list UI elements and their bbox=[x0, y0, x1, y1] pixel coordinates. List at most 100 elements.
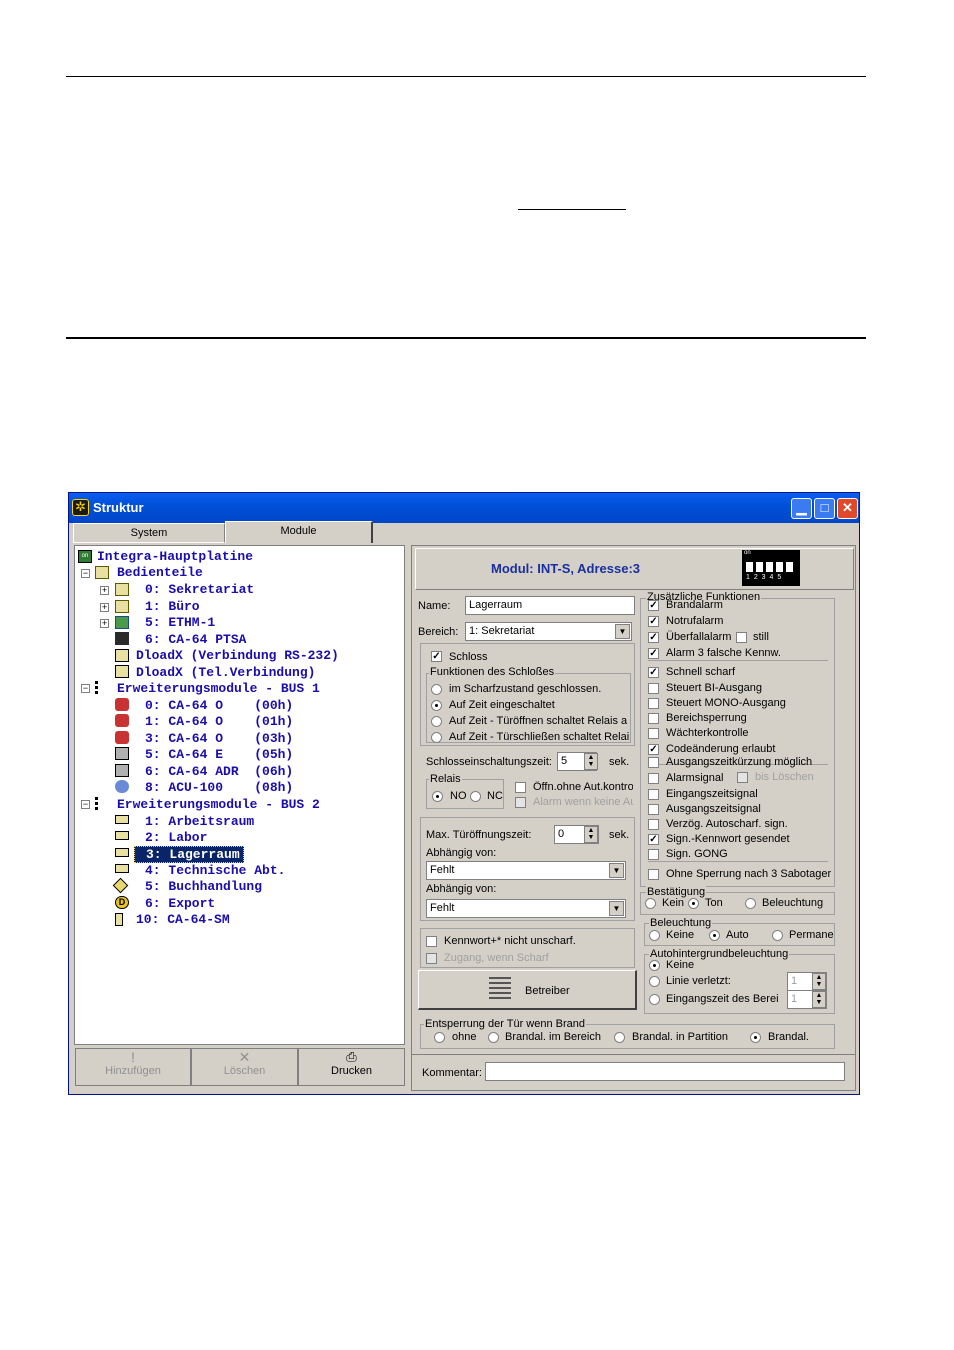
relay-no-radio[interactable] bbox=[432, 791, 443, 802]
lock-opt-label: Auf Zeit - Türschließen schaltet Relai bbox=[449, 731, 630, 743]
confirm-radio[interactable] bbox=[688, 898, 699, 909]
relay-nc-radio[interactable] bbox=[470, 791, 481, 802]
extra-checkbox[interactable] bbox=[648, 773, 659, 784]
extra-checkbox[interactable] bbox=[648, 849, 659, 860]
tree-item[interactable]: 2: Labor bbox=[145, 830, 207, 845]
tree-item[interactable]: 10: CA-64-SM bbox=[136, 912, 230, 927]
expand-icon[interactable]: + bbox=[100, 619, 109, 628]
close-icon[interactable]: ✕ bbox=[837, 498, 858, 519]
title-bar[interactable]: ✲ Struktur ▁ □ ✕ bbox=[69, 493, 859, 523]
tree-item[interactable]: DloadX (Verbindung RS-232) bbox=[136, 648, 339, 663]
area-select[interactable]: 1: Sekretariat ▼ bbox=[465, 622, 632, 641]
fire-radio[interactable] bbox=[614, 1032, 625, 1043]
tree-item[interactable]: 5: ETHM-1 bbox=[145, 615, 215, 630]
spin-arrows-icon[interactable]: ▲ ▼ bbox=[812, 991, 826, 1008]
tree-item[interactable]: 6: CA-64 ADR (06h) bbox=[145, 764, 293, 779]
extra-checkbox[interactable]: ✓ bbox=[648, 616, 659, 627]
tree-item[interactable]: DloadX (Tel.Verbindung) bbox=[136, 665, 315, 680]
confirm-radio[interactable] bbox=[745, 898, 756, 909]
open-no-auth-checkbox[interactable] bbox=[515, 782, 526, 793]
spin-arrows-icon[interactable]: ▲ ▼ bbox=[584, 826, 598, 843]
chevron-down-icon[interactable]: ▼ bbox=[615, 624, 630, 639]
expand-icon[interactable]: + bbox=[100, 603, 109, 612]
backlight-radio[interactable] bbox=[709, 930, 720, 941]
tree-item[interactable]: 0: Sekretariat bbox=[145, 582, 254, 597]
module-tree[interactable]: on Integra-Hauptplatine − Bedienteile + … bbox=[74, 545, 405, 1045]
collapse-icon[interactable]: − bbox=[81, 800, 90, 809]
tree-item-selected[interactable]: 3: Lagerraum bbox=[134, 846, 244, 863]
chevron-down-icon[interactable]: ▼ bbox=[609, 863, 624, 878]
lock-opt-radio[interactable] bbox=[431, 716, 442, 727]
bis-loeschen-checkbox[interactable] bbox=[737, 772, 748, 783]
dip-switches bbox=[746, 562, 794, 572]
expand-icon[interactable]: + bbox=[100, 586, 109, 595]
tree-item[interactable]: Erweiterungsmodule - BUS 2 bbox=[117, 797, 320, 812]
pw-not-disarm-checkbox[interactable] bbox=[426, 936, 437, 947]
operators-button[interactable]: Betreiber bbox=[418, 970, 637, 1010]
tree-item[interactable]: 1: CA-64 O (01h) bbox=[145, 714, 293, 729]
extra-checkbox[interactable]: ✓ bbox=[648, 834, 659, 845]
confirm-radio[interactable] bbox=[645, 898, 656, 909]
tree-item[interactable]: 6: CA-64 PTSA bbox=[145, 632, 246, 647]
tree-item[interactable]: Erweiterungsmodule - BUS 1 bbox=[117, 681, 320, 696]
fire-radio[interactable] bbox=[750, 1032, 761, 1043]
autobl-radio[interactable] bbox=[649, 994, 660, 1005]
minimize-icon[interactable]: ▁ bbox=[791, 498, 812, 519]
print-button[interactable]: ⎙ Drucken bbox=[298, 1048, 405, 1086]
tab-system[interactable]: System bbox=[73, 523, 225, 543]
extra-checkbox[interactable]: ✓ bbox=[648, 632, 659, 643]
spin-arrows-icon[interactable]: ▲ ▼ bbox=[812, 973, 826, 990]
name-input[interactable]: Lagerraum bbox=[465, 596, 635, 615]
tab-module[interactable]: Module bbox=[225, 521, 373, 543]
fire-radio[interactable] bbox=[488, 1032, 499, 1043]
access-armed-checkbox[interactable] bbox=[426, 953, 437, 964]
collapse-icon[interactable]: − bbox=[81, 569, 90, 578]
comment-input[interactable] bbox=[485, 1062, 845, 1081]
add-button[interactable]: ! Hinzufügen bbox=[75, 1048, 191, 1086]
depends-select[interactable]: Fehlt ▼ bbox=[426, 861, 626, 880]
tree-item[interactable]: 3: CA-64 O (03h) bbox=[145, 731, 293, 746]
autobl-radio[interactable] bbox=[649, 976, 660, 987]
still-checkbox[interactable] bbox=[736, 632, 747, 643]
fire-radio[interactable] bbox=[434, 1032, 445, 1043]
depends-select[interactable]: Fehlt ▼ bbox=[426, 899, 626, 918]
tree-item[interactable]: Integra-Hauptplatine bbox=[97, 549, 253, 564]
tree-item[interactable]: 0: CA-64 O (00h) bbox=[145, 698, 293, 713]
mainboard-icon: on bbox=[78, 550, 92, 563]
lock-opt-radio[interactable] bbox=[431, 684, 442, 695]
autobl-radio[interactable] bbox=[649, 960, 660, 971]
extra-checkbox[interactable] bbox=[648, 698, 659, 709]
backlight-radio[interactable] bbox=[772, 930, 783, 941]
chevron-down-icon[interactable]: ▼ bbox=[609, 901, 624, 916]
tree-item[interactable]: 6: Export bbox=[145, 896, 215, 911]
lock-checkbox[interactable]: ✓ bbox=[431, 651, 442, 662]
extra-checkbox[interactable] bbox=[648, 869, 659, 880]
extra-checkbox[interactable]: ✓ bbox=[648, 600, 659, 611]
tree-item[interactable]: Bedienteile bbox=[117, 565, 203, 580]
extra-checkbox[interactable] bbox=[648, 789, 659, 800]
module-header: Modul: INT-S, Adresse:3 on 1 2 3 4 5 bbox=[415, 548, 854, 590]
tree-item[interactable]: 5: CA-64 E (05h) bbox=[145, 747, 293, 762]
lock-opt-radio[interactable] bbox=[431, 732, 442, 743]
extra-checkbox[interactable] bbox=[648, 804, 659, 815]
lock-opt-radio[interactable] bbox=[431, 700, 442, 711]
extra-checkbox[interactable] bbox=[648, 683, 659, 694]
extra-checkbox[interactable] bbox=[648, 757, 659, 768]
tree-item[interactable]: 4: Technische Abt. bbox=[145, 863, 285, 878]
tree-item[interactable]: 8: ACU-100 (08h) bbox=[145, 780, 293, 795]
tree-item[interactable]: 1: Arbeitsraum bbox=[145, 814, 254, 829]
alarm-no-auth-checkbox[interactable] bbox=[515, 797, 526, 808]
extra-checkbox[interactable]: ✓ bbox=[648, 744, 659, 755]
extra-checkbox[interactable] bbox=[648, 819, 659, 830]
spin-arrows-icon[interactable]: ▲ ▼ bbox=[584, 753, 598, 770]
extra-checkbox[interactable] bbox=[648, 713, 659, 724]
maximize-icon[interactable]: □ bbox=[814, 498, 835, 519]
extra-checkbox[interactable] bbox=[648, 728, 659, 739]
extra-checkbox[interactable]: ✓ bbox=[648, 667, 659, 678]
tree-item[interactable]: 1: Büro bbox=[145, 599, 200, 614]
extra-checkbox[interactable]: ✓ bbox=[648, 648, 659, 659]
backlight-radio[interactable] bbox=[649, 930, 660, 941]
tree-item[interactable]: 5: Buchhandlung bbox=[145, 879, 262, 894]
delete-button[interactable]: ✕ Löschen bbox=[191, 1048, 298, 1086]
collapse-icon[interactable]: − bbox=[81, 684, 90, 693]
